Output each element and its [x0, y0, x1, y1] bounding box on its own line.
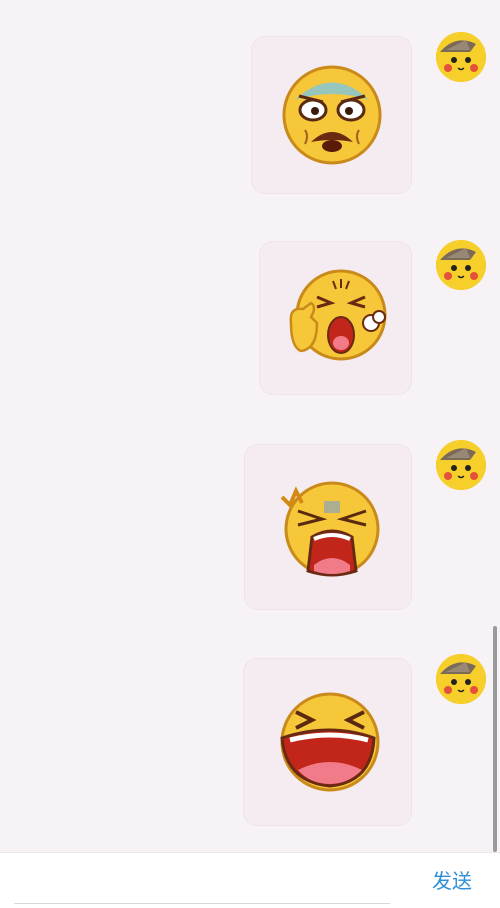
user-avatar[interactable]	[436, 654, 486, 704]
send-button[interactable]: 发送	[428, 865, 476, 897]
worried-old-face-emoji	[282, 65, 381, 165]
chat-area[interactable]	[0, 0, 500, 852]
user-avatar[interactable]	[436, 32, 486, 82]
pikachu-detective-icon	[436, 654, 486, 704]
sticker-bubble[interactable]	[244, 444, 412, 610]
pikachu-detective-icon	[436, 240, 486, 290]
sticker-bubble[interactable]	[259, 241, 412, 395]
user-avatar[interactable]	[436, 240, 486, 290]
pikachu-detective-icon	[436, 440, 486, 490]
thumbs-up-huffing-emoji	[289, 269, 386, 361]
message-input[interactable]	[14, 903, 390, 904]
sticker-bubble[interactable]	[251, 36, 412, 194]
user-avatar[interactable]	[436, 440, 486, 490]
scrollbar-thumb[interactable]	[493, 626, 497, 852]
pikachu-detective-icon	[436, 32, 486, 82]
sticker-bubble[interactable]	[243, 658, 412, 826]
laughing-crying-emoji	[279, 692, 379, 792]
screaming-angry-emoji	[280, 481, 380, 577]
message-input-bar: 发送	[0, 852, 500, 908]
